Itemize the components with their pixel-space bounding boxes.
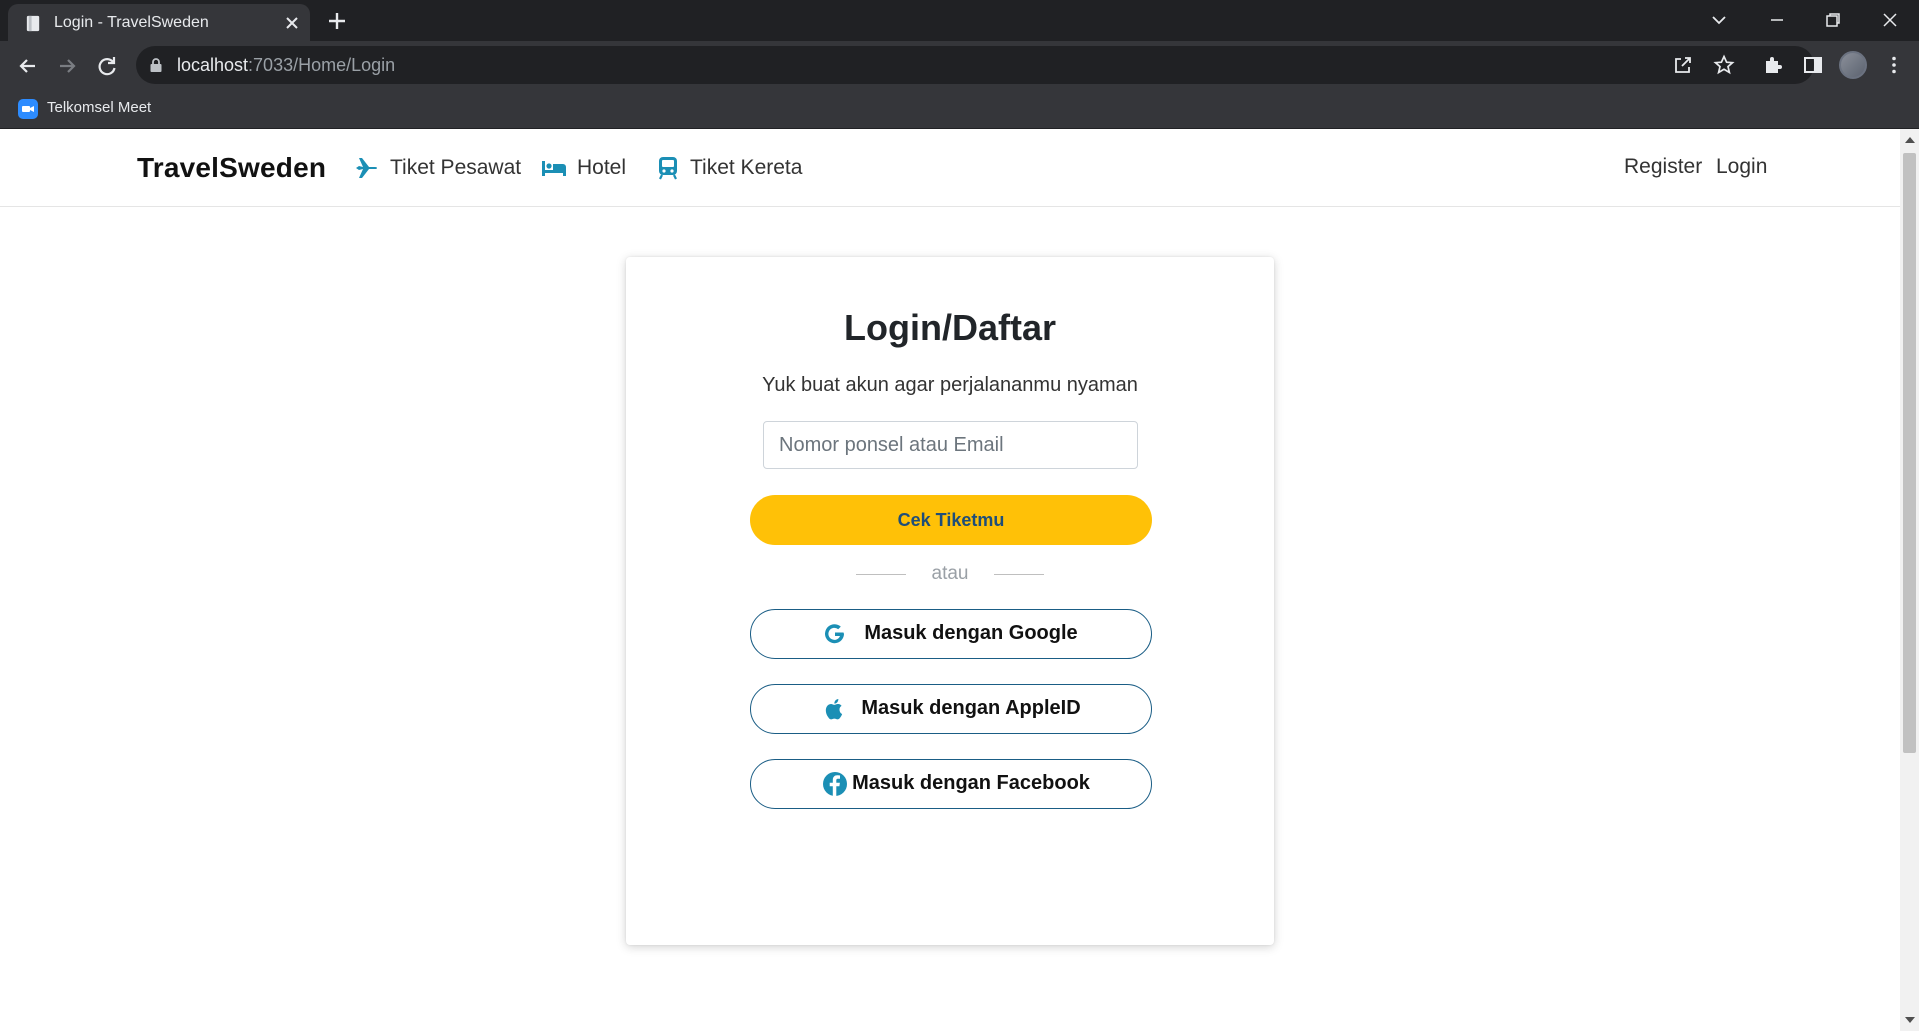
close-tab-icon[interactable] (281, 12, 303, 34)
apple-login-label: Masuk dengan AppleID (861, 697, 1081, 719)
page-content: TravelSweden Tiket Pesawat Hotel Tiket K… (0, 129, 1900, 1031)
train-icon (659, 157, 677, 180)
google-login-button[interactable]: Masuk dengan Google (750, 609, 1152, 659)
lock-icon[interactable] (149, 57, 163, 73)
bookmarks-bar: Telkomsel Meet (0, 89, 1919, 129)
nav-tiket-kereta[interactable]: Tiket Kereta (656, 155, 802, 181)
bookmark-star-icon[interactable] (1713, 54, 1735, 76)
close-window-icon[interactable] (1878, 8, 1902, 32)
facebook-login-button[interactable]: Masuk dengan Facebook (750, 759, 1152, 809)
nav-tiket-pesawat[interactable]: Tiket Pesawat (354, 155, 521, 181)
video-camera-icon (18, 99, 38, 119)
tab-search-icon[interactable] (1707, 8, 1731, 32)
divider-line-right (994, 574, 1044, 575)
apple-login-button[interactable]: Masuk dengan AppleID (750, 684, 1152, 734)
scroll-down-arrow-icon[interactable] (1905, 1017, 1915, 1023)
share-icon[interactable] (1672, 54, 1694, 76)
page-scrollbar[interactable] (1900, 129, 1919, 1031)
nav-link-label: Tiket Kereta (690, 156, 803, 179)
divider-text: atau (931, 563, 969, 584)
site-navbar: TravelSweden Tiket Pesawat Hotel Tiket K… (0, 129, 1900, 207)
restore-icon[interactable] (1821, 8, 1845, 32)
reload-icon[interactable] (94, 53, 120, 79)
new-tab-icon[interactable] (325, 9, 349, 33)
tab-title: Login - TravelSweden (54, 14, 209, 31)
side-panel-icon[interactable] (1802, 54, 1824, 76)
scrollbar-thumb[interactable] (1903, 153, 1916, 753)
login-title: Login/Daftar (844, 307, 1056, 348)
airplane-icon (356, 158, 377, 178)
brand-logo[interactable]: TravelSweden (137, 152, 326, 184)
cek-tiketmu-button[interactable]: Cek Tiketmu (750, 495, 1152, 545)
browser-tab-bar: Login - TravelSweden (0, 0, 1919, 41)
facebook-login-label: Masuk dengan Facebook (852, 772, 1090, 794)
profile-avatar[interactable] (1839, 51, 1867, 79)
phone-email-input[interactable] (763, 421, 1138, 469)
url-text[interactable]: localhost:7033/Home/Login (177, 55, 395, 76)
nav-link-label: Hotel (577, 156, 627, 179)
bookmark-telkomsel-meet[interactable]: Telkomsel Meet (47, 99, 151, 116)
scroll-up-arrow-icon[interactable] (1905, 137, 1915, 143)
url-host: localhost (177, 55, 249, 75)
browser-tab[interactable]: Login - TravelSweden (8, 4, 310, 41)
nav-register[interactable]: Register (1624, 155, 1702, 179)
bed-icon (542, 161, 566, 176)
google-login-label: Masuk dengan Google (864, 622, 1078, 644)
nav-hotel[interactable]: Hotel (541, 155, 626, 181)
back-arrow-icon[interactable] (15, 53, 41, 79)
page-icon (26, 15, 40, 32)
forward-arrow-icon[interactable] (54, 53, 80, 79)
nav-login[interactable]: Login (1716, 155, 1767, 179)
login-card: Login/Daftar Yuk buat akun agar perjalan… (626, 257, 1274, 945)
more-menu-icon[interactable] (1883, 54, 1905, 76)
login-subtitle: Yuk buat akun agar perjalananmu nyaman (762, 374, 1138, 396)
minimize-icon[interactable] (1765, 8, 1789, 32)
url-path: :7033/Home/Login (248, 55, 396, 75)
nav-link-label: Tiket Pesawat (390, 156, 522, 179)
extensions-puzzle-icon[interactable] (1762, 54, 1784, 76)
browser-toolbar: localhost:7033/Home/Login (0, 41, 1919, 89)
